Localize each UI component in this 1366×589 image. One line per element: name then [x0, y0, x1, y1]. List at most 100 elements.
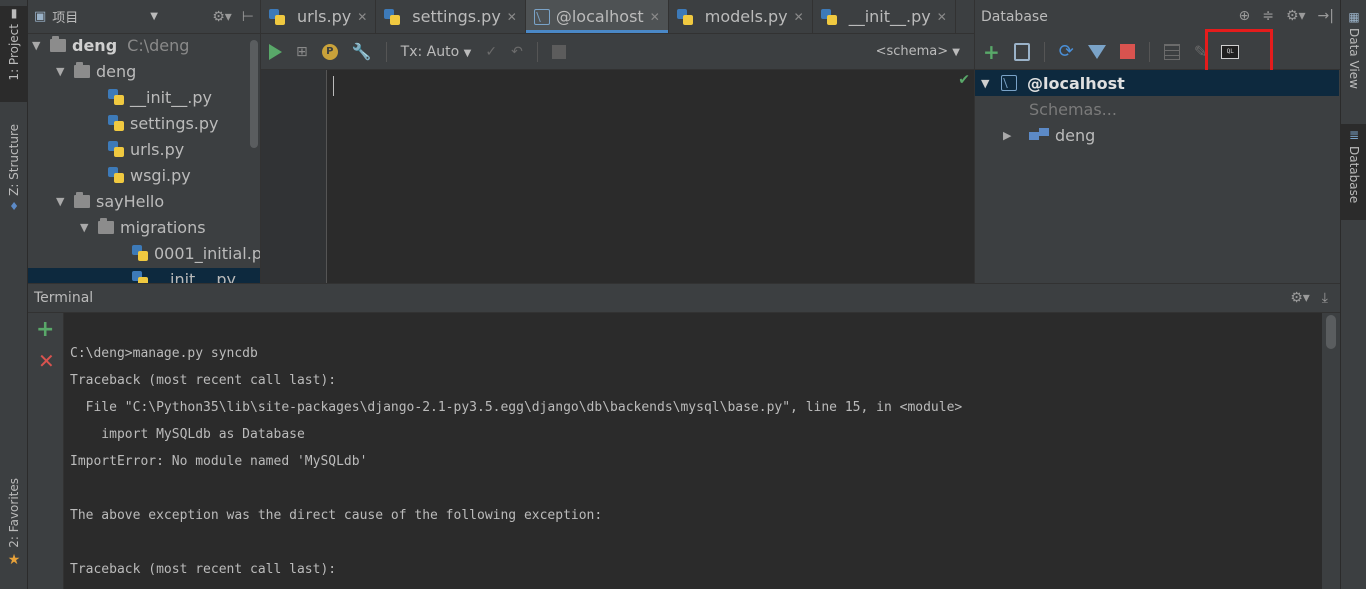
python-file-icon — [108, 141, 124, 157]
package-folder-icon — [74, 61, 90, 78]
terminal-output[interactable]: C:\deng>manage.py syncdb Traceback (most… — [65, 313, 1320, 589]
tree-item-file[interactable]: __init__.py — [108, 84, 212, 110]
package-folder-icon — [74, 191, 90, 208]
table-grid-icon[interactable] — [1163, 43, 1180, 60]
terminal-line: import MySQLdb as Database — [70, 427, 305, 442]
wrench-icon[interactable]: 🔧 — [352, 42, 372, 61]
minimize-icon[interactable]: ⤓ — [1322, 290, 1328, 306]
close-icon[interactable]: ✕ — [357, 10, 367, 24]
star-icon: ★ — [7, 551, 21, 568]
structure-icon: ♦ — [9, 199, 19, 213]
tree-item-file[interactable]: __init__.py — [132, 266, 236, 283]
python-file-icon — [132, 271, 148, 283]
tree-item-project-root[interactable]: ▼ deng C:\deng — [32, 32, 189, 58]
tab-favorites[interactable]: 2: Favorites ★ — [0, 478, 28, 574]
hide-panel-icon[interactable]: →| — [1318, 8, 1334, 24]
project-view-selector[interactable]: ▣ 项目 ▼ — [34, 7, 158, 26]
hide-panel-icon[interactable]: ⊢ — [242, 9, 254, 25]
tree-item-file[interactable]: urls.py — [108, 136, 184, 162]
tab-structure[interactable]: Z: Structure ♦ — [0, 124, 28, 224]
project-view-icon: ▣ — [34, 9, 47, 24]
expand-arrow-icon: ▼ — [56, 64, 65, 78]
tab-localhost-console[interactable]: @localhost ✕ — [525, 0, 669, 33]
filter-icon[interactable] — [1087, 44, 1106, 59]
tree-item-file[interactable]: wsgi.py — [108, 162, 191, 188]
copy-icon[interactable] — [1013, 42, 1030, 61]
explain-plan-icon[interactable]: ⊞ — [296, 44, 308, 60]
terminal-line: The above exception was the direct cause… — [70, 508, 603, 523]
terminal-line: Traceback (most recent call last): — [70, 562, 337, 577]
checkmark-icon: ✔ — [958, 72, 970, 88]
database-panel: Database ⊕ ≑ ⚙▾ →| + ⟳ ✎ QL ▼ @localhost — [974, 0, 1340, 283]
close-icon[interactable]: ✕ — [937, 10, 947, 24]
python-file-icon — [269, 8, 285, 25]
terminal-scrollbar-track — [1322, 313, 1340, 589]
python-file-icon — [108, 115, 124, 131]
text-cursor — [333, 76, 334, 96]
tab-database[interactable]: ≣ Database — [1341, 124, 1366, 220]
gear-icon[interactable]: ⚙▾ — [212, 9, 232, 25]
left-tool-strip: ▮ 1: Project Z: Structure ♦ 2: Favorites… — [0, 0, 28, 589]
table-grid-icon: ▦ — [1348, 10, 1360, 24]
collapse-all-icon[interactable]: ≑ — [1262, 8, 1274, 24]
project-panel-header: ▣ 项目 ▼ ⚙▾ ⊢ — [28, 0, 260, 34]
commit-icon[interactable]: ✓ — [485, 44, 497, 60]
tree-item-package[interactable]: ▼ migrations — [80, 214, 206, 240]
stop-icon[interactable] — [1119, 44, 1135, 59]
terminal-scrollbar[interactable] — [1326, 315, 1336, 349]
chevron-down-icon: ▼ — [463, 47, 472, 59]
package-folder-icon — [98, 217, 114, 234]
db-tree-item-schema[interactable]: ▶ deng — [1003, 122, 1095, 148]
crosshair-icon[interactable]: ⊕ — [1239, 8, 1251, 24]
schema-icon — [1029, 128, 1049, 142]
tree-item-package[interactable]: ▼ deng — [56, 58, 136, 84]
console-toolbar: ⊞ P 🔧 Tx: Auto ▼ ✓ ↶ <schema> ▼ — [261, 34, 974, 70]
expand-arrow-icon: ▼ — [32, 38, 41, 52]
database-toolbar: + ⟳ ✎ QL — [975, 34, 1340, 70]
close-icon[interactable]: ✕ — [650, 10, 660, 24]
schema-selector[interactable]: <schema> ▼ — [876, 44, 960, 59]
tab-data-view[interactable]: ▦ Data View — [1341, 10, 1366, 102]
terminal-line: Traceback (most recent call last): — [70, 373, 337, 388]
python-file-icon — [132, 245, 148, 261]
project-panel: ▣ 项目 ▼ ⚙▾ ⊢ ▼ deng C:\deng ▼ deng __init… — [28, 0, 260, 283]
project-scrollbar[interactable] — [250, 40, 258, 148]
python-file-icon — [384, 8, 401, 25]
rollback-icon[interactable]: ↶ — [511, 44, 523, 60]
expand-arrow-icon: ▼ — [981, 76, 990, 90]
add-icon[interactable]: + — [983, 40, 1000, 64]
close-icon[interactable]: ✕ — [507, 10, 517, 24]
gear-icon[interactable]: ⚙▾ — [1286, 8, 1306, 24]
terminal-line: File "C:\Python35\lib\site-packages\djan… — [70, 400, 963, 415]
editor-tab-bar: urls.py ✕ settings.py ✕ @localhost ✕ mod… — [261, 0, 974, 34]
tab-models-py[interactable]: models.py ✕ — [669, 0, 813, 33]
db-tree-item-datasource[interactable]: ▼ @localhost — [975, 70, 1339, 96]
execute-icon[interactable] — [269, 43, 282, 60]
python-file-icon — [108, 167, 124, 183]
stop-icon[interactable] — [551, 44, 566, 59]
tx-mode-dropdown[interactable]: Tx: Auto ▼ — [401, 44, 472, 60]
db-tree-item-placeholder: Schemas... — [1029, 99, 1117, 119]
database-console-icon — [533, 8, 550, 25]
terminal-sidebar: + ✕ — [28, 313, 64, 589]
close-session-icon[interactable]: ✕ — [38, 349, 55, 373]
terminal-line: ImportError: No module named 'MySQLdb' — [70, 454, 368, 469]
toolbar-separator — [1043, 41, 1045, 62]
toolbar-separator — [536, 41, 538, 62]
new-session-icon[interactable]: + — [36, 317, 54, 342]
database-panel-header: Database ⊕ ≑ ⚙▾ →| — [981, 8, 1334, 25]
tab-project[interactable]: ▮ 1: Project — [0, 6, 28, 102]
tree-item-file[interactable]: settings.py — [108, 110, 219, 136]
tree-item-package[interactable]: ▼ sayHello — [56, 188, 164, 214]
ide-window: ▮ 1: Project Z: Structure ♦ 2: Favorites… — [0, 0, 1366, 589]
refresh-icon[interactable]: ⟳ — [1059, 41, 1074, 62]
gear-icon[interactable]: ⚙▾ — [1290, 290, 1310, 306]
tab-init-py[interactable]: __init__.py ✕ — [813, 0, 956, 33]
editor-area: urls.py ✕ settings.py ✕ @localhost ✕ mod… — [260, 0, 974, 283]
tree-item-file[interactable]: 0001_initial.py — [132, 240, 260, 266]
close-icon[interactable]: ✕ — [794, 10, 804, 24]
parameters-icon[interactable]: P — [321, 43, 338, 60]
tab-settings-py[interactable]: settings.py ✕ — [376, 0, 526, 33]
tab-urls-py[interactable]: urls.py ✕ — [261, 0, 377, 33]
chevron-down-icon: ▼ — [150, 11, 158, 22]
